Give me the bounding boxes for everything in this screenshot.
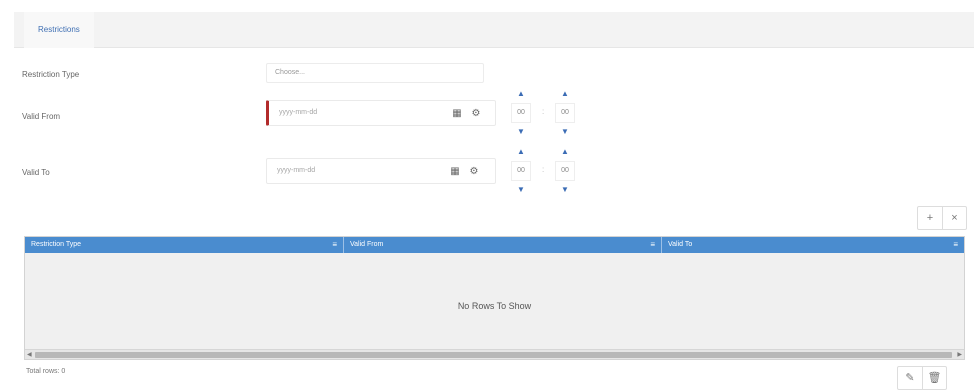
grid-toolbar: + × <box>917 206 967 230</box>
scrollbar-thumb[interactable] <box>35 352 952 358</box>
valid-to-hours-spinner: ▲ 00 ▼ <box>511 146 531 196</box>
valid-to-date-input[interactable]: yyyy-mm-dd <box>277 167 315 174</box>
delete-button[interactable]: 🗑 <box>922 367 946 389</box>
column-label: Valid From <box>350 241 384 248</box>
menu-icon[interactable]: ≡ <box>332 237 337 253</box>
valid-from-minutes-input[interactable]: 00 <box>555 103 575 123</box>
calendar-icon[interactable]: ▦ <box>447 164 463 180</box>
menu-icon[interactable]: ≡ <box>650 237 655 253</box>
valid-to-hours-input[interactable]: 00 <box>511 161 531 181</box>
column-header-valid-from[interactable]: Valid From ≡ <box>343 237 661 253</box>
valid-to-minutes-spinner: ▲ 00 ▼ <box>555 146 575 196</box>
valid-from-minutes-spinner: ▲ 00 ▼ <box>555 88 575 138</box>
valid-from-date-field[interactable]: yyyy-mm-dd ▦ ⚙ <box>266 100 496 126</box>
chevron-down-icon[interactable]: ▼ <box>511 126 531 138</box>
valid-to-date-field[interactable]: yyyy-mm-dd ▦ ⚙ <box>266 158 496 184</box>
edit-button[interactable]: ✎ <box>898 367 922 389</box>
column-label: Valid To <box>668 241 693 248</box>
calendar-icon[interactable]: ▦ <box>449 106 465 122</box>
tab-bar: Restrictions <box>14 12 974 48</box>
chevron-up-icon[interactable]: ▲ <box>555 146 575 158</box>
chevron-down-icon[interactable]: ▼ <box>555 184 575 196</box>
remove-row-button[interactable]: × <box>942 207 966 229</box>
grid-header: Restriction Type ≡ Valid From ≡ Valid To… <box>25 237 964 253</box>
scroll-left-icon[interactable]: ◀ <box>27 350 32 360</box>
restrictions-grid: Restriction Type ≡ Valid From ≡ Valid To… <box>24 236 965 360</box>
gear-icon[interactable]: ⚙ <box>466 164 482 180</box>
column-header-restriction-type[interactable]: Restriction Type ≡ <box>25 237 343 253</box>
valid-from-date-input[interactable]: yyyy-mm-dd <box>279 109 317 116</box>
restriction-type-select[interactable]: Choose... <box>266 63 484 83</box>
add-row-button[interactable]: + <box>918 207 942 229</box>
menu-icon[interactable]: ≡ <box>953 237 958 253</box>
total-rows-text: Total rows: 0 <box>26 368 66 375</box>
valid-to-label: Valid To <box>22 168 50 177</box>
scroll-right-icon[interactable]: ▶ <box>957 350 962 360</box>
chevron-up-icon[interactable]: ▲ <box>555 88 575 100</box>
column-header-valid-to[interactable]: Valid To ≡ <box>661 237 964 253</box>
valid-from-hours-input[interactable]: 00 <box>511 103 531 123</box>
restriction-type-label: Restriction Type <box>22 70 80 79</box>
time-separator: : <box>542 107 545 116</box>
chevron-down-icon[interactable]: ▼ <box>511 184 531 196</box>
tab-restrictions[interactable]: Restrictions <box>24 12 94 48</box>
time-separator: : <box>542 165 545 174</box>
gear-icon[interactable]: ⚙ <box>468 106 484 122</box>
horizontal-scrollbar[interactable]: ◀ ▶ <box>25 349 964 359</box>
row-actions: ✎ 🗑 <box>897 366 947 390</box>
chevron-down-icon[interactable]: ▼ <box>555 126 575 138</box>
valid-to-minutes-input[interactable]: 00 <box>555 161 575 181</box>
valid-from-label: Valid From <box>22 112 61 121</box>
no-rows-message: No Rows To Show <box>457 301 532 311</box>
chevron-up-icon[interactable]: ▲ <box>511 88 531 100</box>
chevron-up-icon[interactable]: ▲ <box>511 146 531 158</box>
valid-from-hours-spinner: ▲ 00 ▼ <box>511 88 531 138</box>
column-label: Restriction Type <box>31 241 82 248</box>
